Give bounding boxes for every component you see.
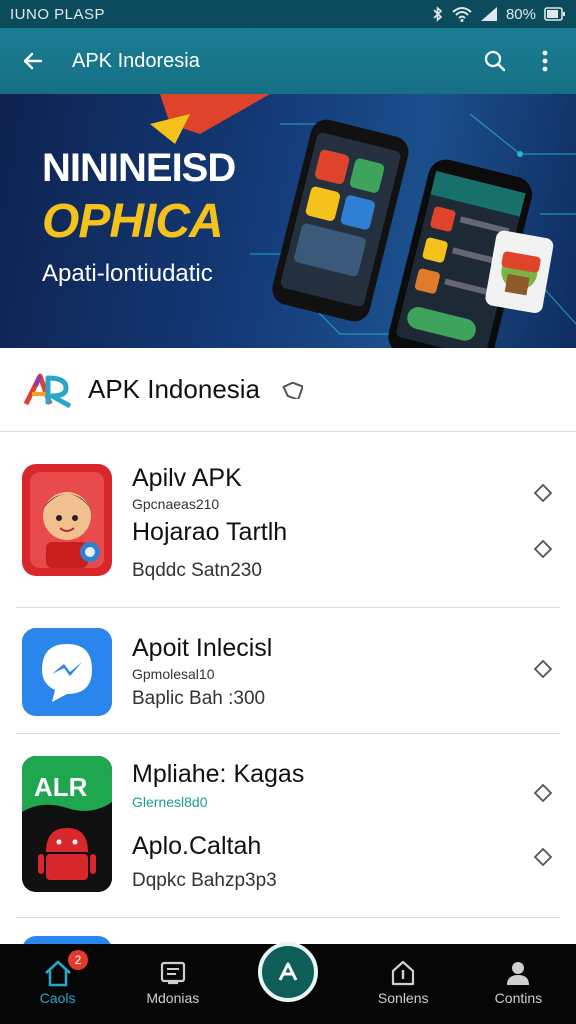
section-title: APK Indonesia	[88, 374, 261, 404]
wifi-icon	[452, 6, 472, 22]
app-list: Apilv APK Gpcnaeas210 Hojarao Tartlh Bqd…	[0, 432, 576, 966]
profile-icon	[504, 956, 532, 990]
app-icon	[22, 464, 112, 576]
tab-label: Caols	[39, 990, 76, 1006]
app-meta: Baplic Bah :300	[132, 688, 266, 709]
app-bar-title: APK Indoresia	[72, 49, 200, 72]
app-title: Mpliahe: Kagas	[132, 760, 305, 788]
banner-headline: NININEISD	[42, 146, 236, 190]
downloads-icon	[158, 956, 188, 990]
notification-badge: 2	[68, 950, 88, 970]
app-subtitle: Gpmolesal10	[132, 666, 215, 682]
app-title: Apoit Inlecisl	[132, 634, 273, 662]
app-subtitle: Glernesl8d0	[132, 794, 208, 810]
apk-logo-icon	[22, 370, 76, 410]
updates-icon	[390, 956, 416, 990]
section-header: APK Indonesia	[0, 348, 576, 432]
bluetooth-icon	[432, 6, 444, 22]
search-icon	[484, 50, 506, 72]
tab-label: Mdonias	[146, 990, 200, 1006]
battery-icon	[544, 7, 566, 21]
app-icon: ALR	[22, 756, 112, 892]
back-button[interactable]	[0, 28, 66, 94]
carrier-label: IUNO PLASP	[10, 5, 106, 23]
list-item[interactable]: Apoit Inlecisl Gpmolesal10 Baplic Bah :3…	[16, 608, 560, 734]
action-diamond-icon[interactable]	[530, 780, 556, 806]
tab-label: Contins	[494, 990, 543, 1006]
app-subtitle: Gpcnaeas210	[132, 496, 220, 512]
app-name: Aplo.Caltah	[132, 832, 262, 860]
action-diamond-icon[interactable]	[530, 656, 556, 682]
banner-subheadline: OPHICA	[42, 195, 224, 248]
signal-icon	[480, 6, 498, 22]
svg-text:ALR: ALR	[34, 772, 88, 802]
app-bar: APK Indoresia	[0, 28, 576, 94]
tab-label: Sonlens	[377, 990, 429, 1006]
arrow-left-icon	[23, 52, 43, 70]
more-vert-icon	[542, 50, 548, 72]
center-action-button[interactable]	[258, 942, 318, 1002]
list-item[interactable]: ALR Mpliahe: Kagas Glernesl8d0 Aplo.Calt…	[16, 734, 560, 918]
app-meta: Dqpkc Bahzp3p3	[132, 870, 277, 891]
list-item[interactable]: Apilv APK Gpcnaeas210 Hojarao Tartlh Bqd…	[16, 432, 560, 608]
tab-profile[interactable]: Contins	[461, 944, 576, 1024]
app-name: Hojarao Tartlh	[132, 518, 288, 546]
action-diamond-icon[interactable]	[530, 536, 556, 562]
status-bar: IUNO PLASP 80%	[0, 0, 576, 28]
app-meta: Bqddc Satn230	[132, 560, 262, 581]
tag-icon[interactable]	[278, 376, 306, 404]
action-diamond-icon[interactable]	[530, 480, 556, 506]
search-button[interactable]	[470, 28, 520, 94]
banner-tagline: Apati-lontiudatic	[42, 260, 213, 287]
promo-banner[interactable]: NININEISD OPHICA Apati-lontiudatic	[0, 94, 576, 348]
more-options-button[interactable]	[520, 28, 570, 94]
tab-home[interactable]: Caols 2	[0, 944, 115, 1024]
app-title: Apilv APK	[132, 464, 242, 492]
tab-downloads[interactable]: Mdonias	[115, 944, 230, 1024]
app-icon	[22, 628, 112, 716]
battery-label: 80%	[505, 5, 536, 23]
tab-updates[interactable]: Sonlens	[346, 944, 461, 1024]
apk-logo-icon	[278, 962, 298, 981]
action-diamond-icon[interactable]	[530, 844, 556, 870]
status-icons: 80%	[432, 6, 566, 23]
